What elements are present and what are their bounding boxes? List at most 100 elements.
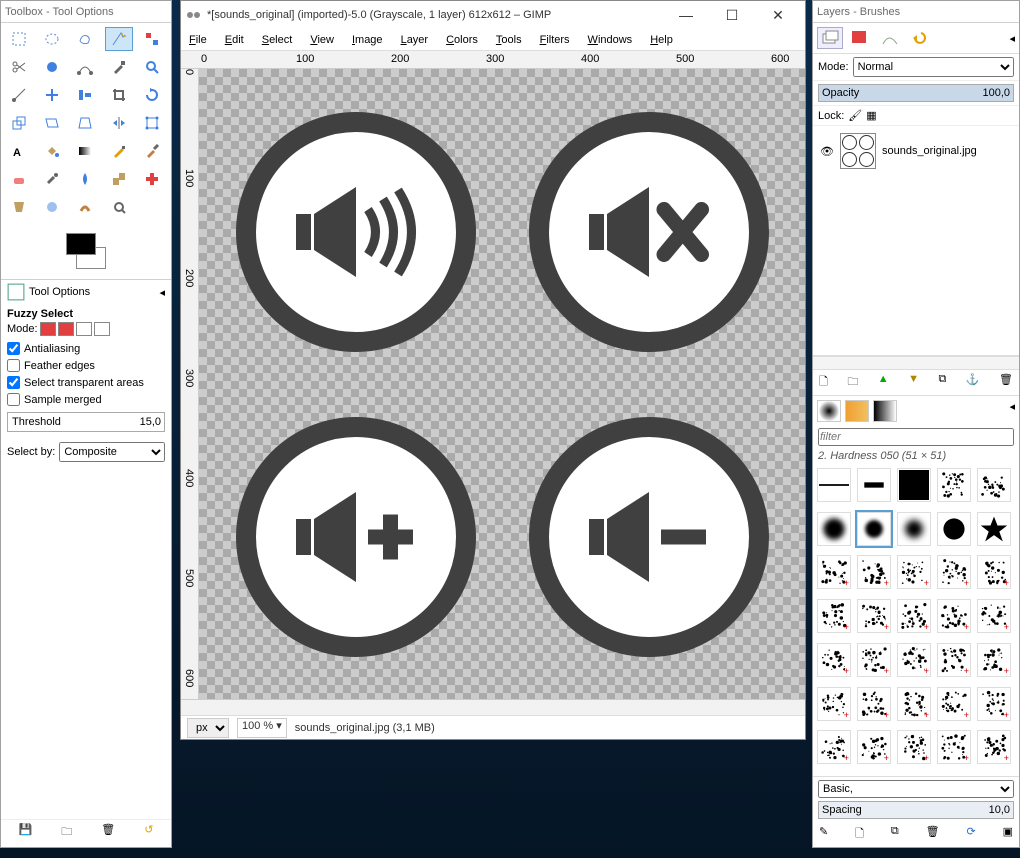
tab-undo-icon[interactable] (907, 27, 933, 49)
canvas-hscrollbar[interactable] (181, 699, 805, 715)
options-menu-icon[interactable]: ◂ (159, 286, 165, 299)
tb-save-icon[interactable]: 💾 (19, 823, 33, 842)
tb-restore-icon[interactable]: 🗀 (61, 823, 72, 842)
fg-color[interactable] (66, 233, 96, 255)
tb-reset-icon[interactable]: ↺ (144, 823, 153, 842)
eye-icon[interactable]: 👁 (820, 145, 834, 158)
brush-cell[interactable]: + (977, 730, 1011, 764)
spacing-slider[interactable]: Spacing10,0 (818, 801, 1014, 819)
brush-cell[interactable]: + (817, 555, 851, 589)
tool-color-picker[interactable] (105, 55, 133, 79)
raise-layer-icon[interactable]: ▲ (878, 373, 889, 392)
lock-pixels-icon[interactable]: 🖌 (848, 109, 862, 122)
tab-brushes-icon[interactable] (817, 400, 841, 422)
brush-preset-dropdown[interactable]: Basic, (818, 780, 1014, 798)
duplicate-brush-icon[interactable]: ⧉ (891, 825, 899, 844)
layers-hscrollbar[interactable] (813, 356, 1019, 370)
tool-flip[interactable] (105, 111, 133, 135)
tool-airbrush[interactable] (38, 167, 66, 191)
mode-replace[interactable] (40, 322, 56, 336)
tb-delete-icon[interactable]: 🗑 (101, 823, 115, 842)
brush-cell[interactable]: + (817, 599, 851, 633)
transparent-checkbox[interactable]: Select transparent areas (7, 376, 165, 389)
brush-cell[interactable] (817, 468, 851, 502)
tab-paths-icon[interactable] (877, 27, 903, 49)
menu-edit[interactable]: Edit (225, 34, 244, 46)
brush-cell[interactable] (857, 512, 891, 546)
lower-layer-icon[interactable]: ▼ (908, 373, 919, 392)
tool-select-by-color[interactable] (138, 27, 166, 51)
tool-move[interactable] (38, 83, 66, 107)
tool-scale[interactable] (5, 111, 33, 135)
tab-patterns-icon[interactable] (845, 400, 869, 422)
brush-cell[interactable]: + (897, 555, 931, 589)
brush-cell[interactable] (897, 512, 931, 546)
brush-cell[interactable]: + (937, 643, 971, 677)
brush-cell[interactable]: + (937, 687, 971, 721)
brush-filter-input[interactable] (818, 428, 1014, 446)
open-as-image-icon[interactable]: ▣ (1003, 825, 1013, 844)
sample-merged-checkbox[interactable]: Sample merged (7, 393, 165, 406)
delete-brush-icon[interactable]: 🗑 (926, 825, 940, 844)
tool-fuzzy-select[interactable] (105, 27, 133, 51)
tool-dodge[interactable] (105, 195, 133, 219)
brush-cell[interactable]: + (857, 555, 891, 589)
brush-cell[interactable]: + (897, 687, 931, 721)
brush-cell[interactable] (937, 468, 971, 502)
tab-gradients-icon[interactable] (873, 400, 897, 422)
tool-shear[interactable] (38, 111, 66, 135)
mode-intersect[interactable] (94, 322, 110, 336)
color-swatch[interactable] (62, 229, 110, 269)
zoom-dropdown[interactable]: 100 % ▾ (237, 718, 287, 738)
menu-windows[interactable]: Windows (588, 34, 633, 46)
units-dropdown[interactable]: px (187, 718, 229, 738)
brush-cell[interactable]: + (857, 599, 891, 633)
new-brush-icon[interactable]: 🗋 (855, 825, 864, 844)
brush-cell[interactable]: + (937, 730, 971, 764)
brush-cell[interactable]: + (857, 687, 891, 721)
layer-group-icon[interactable]: 🗀 (847, 373, 858, 392)
tool-pencil[interactable] (105, 139, 133, 163)
brush-cell[interactable]: + (977, 555, 1011, 589)
tool-perspective[interactable] (71, 111, 99, 135)
opacity-slider[interactable]: Opacity100,0 (818, 84, 1014, 102)
tool-perspective-clone[interactable] (5, 195, 33, 219)
tool-foreground-select[interactable] (38, 55, 66, 79)
brush-cell[interactable] (977, 512, 1011, 546)
brush-cell[interactable] (817, 512, 851, 546)
tool-clone[interactable] (105, 167, 133, 191)
tool-blur[interactable] (38, 195, 66, 219)
tool-crop[interactable] (105, 83, 133, 107)
tool-gradient[interactable] (71, 139, 99, 163)
canvas[interactable] (199, 69, 805, 699)
brush-cell[interactable]: + (897, 730, 931, 764)
tool-paths[interactable] (71, 55, 99, 79)
tool-scissors[interactable] (5, 55, 33, 79)
ruler-horizontal[interactable]: 0100200300400500600 (181, 51, 805, 69)
brush-cell[interactable]: + (817, 687, 851, 721)
menu-tools[interactable]: Tools (496, 34, 522, 46)
refresh-brushes-icon[interactable]: ⟳ (966, 825, 975, 844)
close-button[interactable]: ✕ (761, 7, 795, 24)
brush-cell[interactable] (937, 512, 971, 546)
brush-cell[interactable]: + (937, 555, 971, 589)
brush-cell[interactable]: + (977, 643, 1011, 677)
brush-cell[interactable]: + (897, 643, 931, 677)
menu-colors[interactable]: Colors (446, 34, 478, 46)
tool-cage[interactable] (138, 111, 166, 135)
mode-add[interactable] (58, 322, 74, 336)
tool-rectangle-select[interactable] (5, 27, 33, 51)
select-by-dropdown[interactable]: Composite (59, 442, 165, 462)
anchor-layer-icon[interactable]: ⚓ (966, 373, 980, 392)
brush-cell[interactable]: + (977, 599, 1011, 633)
delete-layer-icon[interactable]: 🗑 (999, 373, 1013, 392)
brush-cell[interactable]: + (937, 599, 971, 633)
menu-file[interactable]: File (189, 34, 207, 46)
layer-item[interactable]: 👁 sounds_original.jpg (817, 130, 1015, 172)
brush-cell[interactable]: + (857, 643, 891, 677)
blend-mode-dropdown[interactable]: Normal (853, 57, 1014, 77)
threshold-input[interactable] (130, 416, 164, 428)
maximize-button[interactable]: ☐ (715, 7, 749, 24)
menu-select[interactable]: Select (262, 34, 293, 46)
menu-help[interactable]: Help (650, 34, 673, 46)
